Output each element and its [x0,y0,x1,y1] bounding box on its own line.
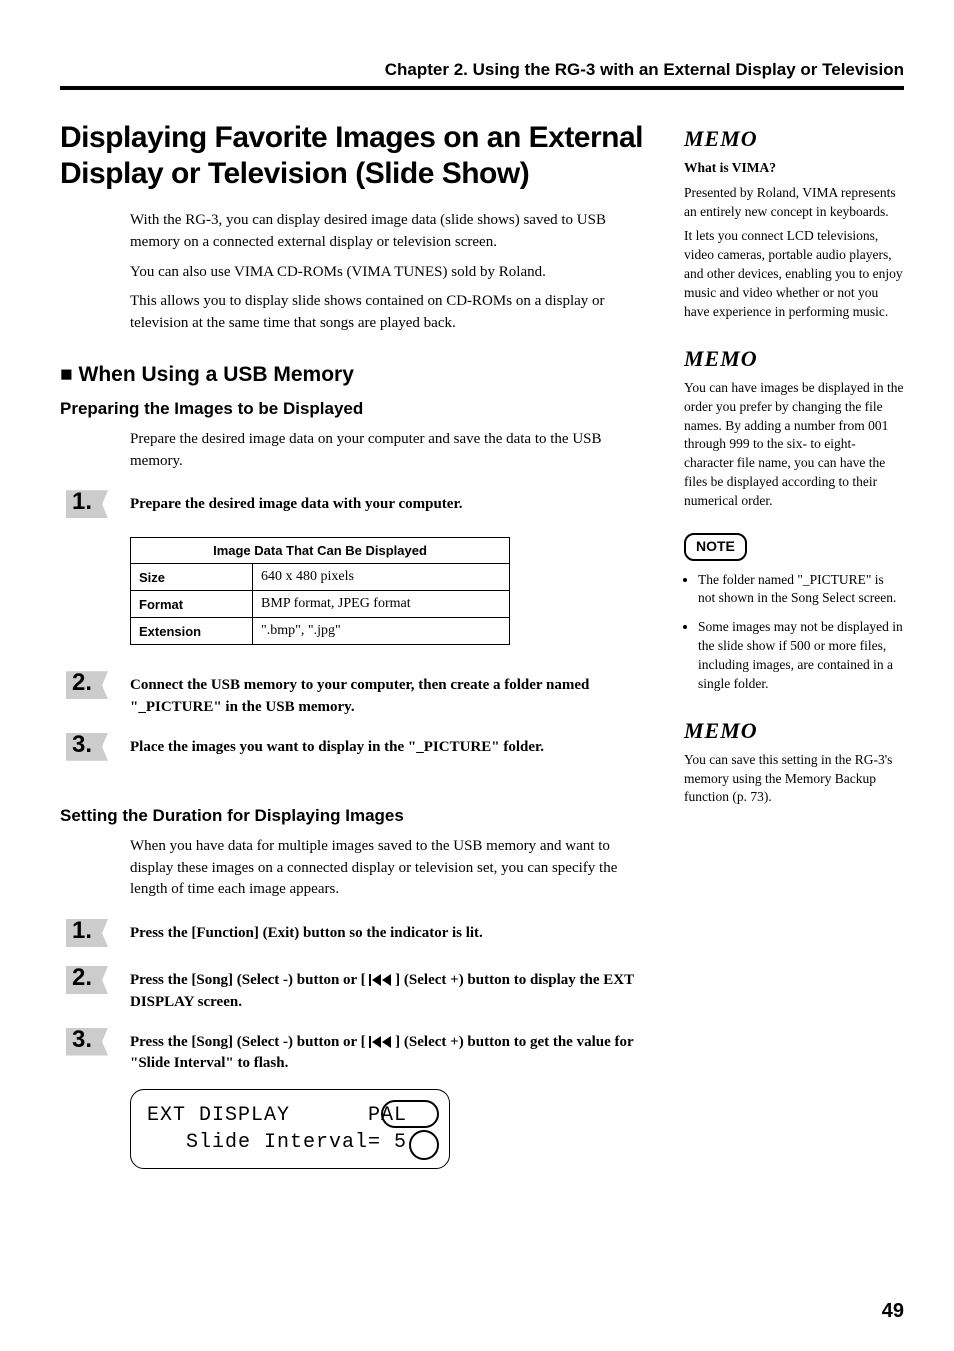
note-icon: NOTE [684,533,904,561]
duration-lead: When you have data for multiple images s… [130,836,656,901]
note-li2: Some images may not be displayed in the … [698,618,904,694]
chapter-header: Chapter 2. Using the RG-3 with an Extern… [60,60,904,90]
step-a3: 3. Place the images you want to display … [60,733,656,766]
step-num-label: 3. [72,731,92,759]
memo2-text: You can have images be displayed in the … [684,379,904,511]
step-num-label: 2. [72,964,92,992]
memo1-p2: It lets you connect LCD televisions, vid… [684,227,904,321]
step-a2-text: Connect the USB memory to your computer,… [130,671,656,719]
step-b2: 2. Press the [Song] (Select -) button or… [60,966,656,1014]
highlight-circle-icon [409,1130,439,1160]
step-b2-part1: Press the [Song] (Select -) button or [ [130,972,369,988]
step-a2: 2. Connect the USB memory to your comput… [60,671,656,719]
step-num-2: 2. [60,671,130,704]
side-column: MEMO What is VIMA? Presented by Roland, … [684,120,904,1169]
memo-block-1: MEMO What is VIMA? Presented by Roland, … [684,124,904,322]
main-column: Displaying Favorite Images on an Externa… [60,120,656,1169]
prev-track-icon [369,972,395,988]
page-number: 49 [882,1300,904,1323]
step-a1: 1. Prepare the desired image data with y… [60,490,656,523]
step-num-2: 2. [60,966,130,999]
cell-size-val: 640 x 480 pixels [253,564,510,591]
step-a3-text: Place the images you want to display in … [130,733,656,759]
step-b3: 3. Press the [Song] (Select -) button or… [60,1028,656,1076]
cell-ext-val: ".bmp", ".jpg" [253,618,510,645]
step-num-3: 3. [60,1028,130,1061]
page-body: Displaying Favorite Images on an Externa… [60,120,904,1169]
step-b2-text: Press the [Song] (Select -) button or [ … [130,966,656,1014]
memo-icon: MEMO [684,716,904,747]
section-usb-heading: ■ When Using a USB Memory [60,363,656,387]
step-num-3: 3. [60,733,130,766]
prepare-lead: Prepare the desired image data on your c… [130,429,656,473]
cell-format-key: Format [131,591,253,618]
note-block: NOTE The folder named "_PICTURE" is not … [684,533,904,694]
step-a1-text: Prepare the desired image data with your… [130,490,656,516]
step-num-1: 1. [60,490,130,523]
intro-p2: You can also use VIMA CD-ROMs (VIMA TUNE… [130,262,656,284]
table-row: Format BMP format, JPEG format [131,591,510,618]
step-num-label: 1. [72,488,92,516]
cell-format-val: BMP format, JPEG format [253,591,510,618]
note-li1: The folder named "_PICTURE" is not shown… [698,571,904,609]
table-row: Size 640 x 480 pixels [131,564,510,591]
memo-icon: MEMO [684,124,904,155]
step-b1-text: Press the [Function] (Exit) button so th… [130,919,656,945]
table-row: Extension ".bmp", ".jpg" [131,618,510,645]
intro-p3: This allows you to display slide shows c… [130,291,656,335]
memo-block-3: MEMO You can save this setting in the RG… [684,716,904,807]
intro-p1: With the RG-3, you can display desired i… [130,210,656,254]
memo1-title: What is VIMA? [684,159,904,178]
lcd-display: EXT DISPLAY PAL Slide Interval= 5 [130,1089,450,1169]
intro-block: With the RG-3, you can display desired i… [60,210,656,335]
table-head: Image Data That Can Be Displayed [131,538,510,564]
cell-ext-key: Extension [131,618,253,645]
step-num-label: 2. [72,669,92,697]
subsection-prepare-heading: Preparing the Images to be Displayed [60,399,656,419]
step-b3-part1: Press the [Song] (Select -) button or [ [130,1034,369,1050]
step-num-label: 3. [72,1026,92,1054]
step-b1: 1. Press the [Function] (Exit) button so… [60,919,656,952]
lcd-row2: Slide Interval= 5 [147,1129,433,1156]
step-b3-text: Press the [Song] (Select -) button or [ … [130,1028,656,1076]
cell-size-key: Size [131,564,253,591]
memo1-p1: Presented by Roland, VIMA represents an … [684,184,904,222]
step-num-label: 1. [72,917,92,945]
image-spec-table: Image Data That Can Be Displayed Size 64… [130,537,510,645]
memo-icon: MEMO [684,344,904,375]
prev-track-icon [369,1034,395,1050]
highlight-oval-icon [381,1100,439,1128]
memo-block-2: MEMO You can have images be displayed in… [684,344,904,511]
page-title: Displaying Favorite Images on an Externa… [60,120,656,192]
memo3-text: You can save this setting in the RG-3's … [684,751,904,808]
subsection-duration-heading: Setting the Duration for Displaying Imag… [60,806,656,826]
step-num-1: 1. [60,919,130,952]
